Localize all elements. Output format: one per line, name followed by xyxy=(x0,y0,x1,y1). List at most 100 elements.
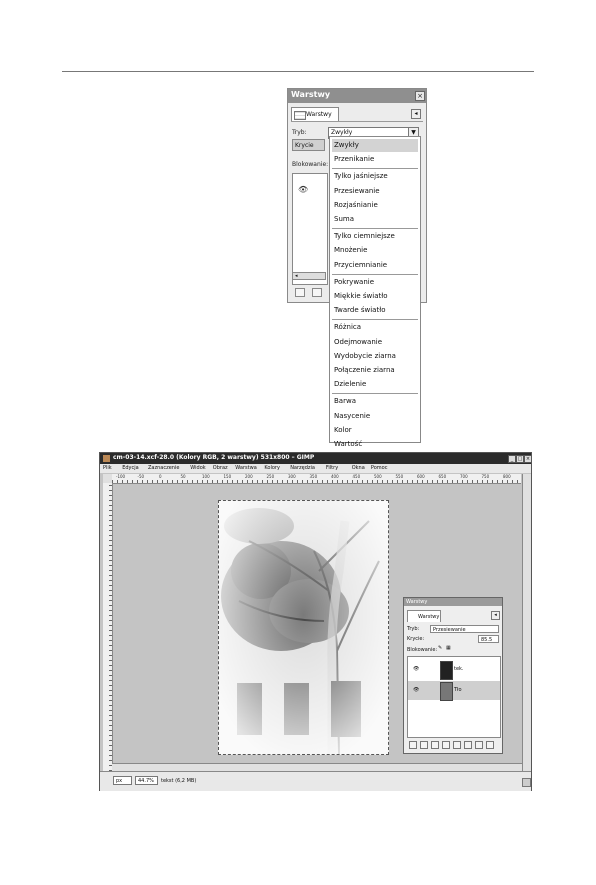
menu-8[interactable]: Filtry xyxy=(326,465,338,471)
tab-menu-arrow-icon[interactable]: ◂ xyxy=(491,611,500,620)
menu-item[interactable]: Mnożenie xyxy=(332,244,418,257)
navigate-icon[interactable] xyxy=(522,778,531,787)
raise-icon[interactable] xyxy=(431,741,439,749)
menu-0[interactable]: Plik xyxy=(103,465,112,471)
menu-item[interactable]: Wydobycie ziarna xyxy=(332,350,418,363)
opacity-spinner[interactable]: 85.5 xyxy=(478,635,499,643)
status-bar: px 44.7% tekst (6,2 MB) xyxy=(100,771,531,791)
menu-4[interactable]: Obraz xyxy=(213,465,228,471)
new-group-icon[interactable] xyxy=(420,741,428,749)
close-icon[interactable]: × xyxy=(524,455,532,463)
mode-label: Tryb: xyxy=(292,129,307,136)
menu-2[interactable]: Zaznaczenie xyxy=(148,465,179,471)
tab-menu-arrow-icon[interactable]: ◂ xyxy=(411,109,421,119)
maximize-icon[interactable]: □ xyxy=(516,455,524,463)
menu-item[interactable]: Twarde światło xyxy=(332,304,418,317)
zoom-select[interactable]: 44.7% xyxy=(135,776,158,785)
small-tab-label: Warstwy xyxy=(418,614,440,620)
menu-item[interactable]: Tylko jaśniejsze xyxy=(332,170,418,183)
horizontal-scrollbar[interactable]: ◂ xyxy=(292,272,326,280)
mask-icon[interactable] xyxy=(475,741,483,749)
ruler-corner xyxy=(103,474,112,483)
menu-separator xyxy=(332,273,418,275)
layer-row[interactable]: 👁 tek. xyxy=(408,660,500,680)
eye-icon[interactable]: 👁 xyxy=(413,687,419,693)
menu-3[interactable]: Widok xyxy=(190,465,205,471)
ruler-tick-label: 50 xyxy=(180,474,186,479)
layer-thumbnail xyxy=(440,661,453,680)
menu-item[interactable]: Barwa xyxy=(332,395,418,408)
small-mode-label: Tryb: xyxy=(407,626,420,632)
ruler-tick-label: 750 xyxy=(481,474,490,479)
vertical-ruler[interactable] xyxy=(103,483,113,771)
menu-bar: Plik Edycja Zaznaczenie Widok Obraz Warstwa Ko… xyxy=(100,464,531,473)
duplicate-icon[interactable] xyxy=(453,741,461,749)
menu-item[interactable]: Odejmowanie xyxy=(332,336,418,349)
unit-select[interactable]: px xyxy=(113,776,132,785)
menu-item[interactable]: Dzielenie xyxy=(332,378,418,391)
eye-icon[interactable]: 👁 xyxy=(298,185,308,194)
menu-item[interactable]: Miękkie światło xyxy=(332,290,418,303)
small-opacity-label: Krycie: xyxy=(407,636,425,642)
ruler-tick-label: -50 xyxy=(137,474,145,479)
menu-item[interactable]: Wartość xyxy=(332,438,418,451)
ruler-tick-label: 400 xyxy=(331,474,339,479)
mode-select-value: Zwykły xyxy=(331,129,353,136)
small-dialog-title: Warstwy xyxy=(406,599,428,605)
delete-icon[interactable] xyxy=(486,741,494,749)
horizontal-scrollbar[interactable] xyxy=(112,763,522,771)
unit-value: px xyxy=(116,778,123,784)
small-tab-layers[interactable]: Warstwy xyxy=(407,610,441,622)
tab-layers-label: Warstwy xyxy=(306,111,332,118)
menu-item[interactable]: Pokrywanie xyxy=(332,276,418,289)
menu-10[interactable]: Pomoc xyxy=(371,465,388,471)
small-dialog-titlebar: Warstwy xyxy=(404,598,502,606)
new-layer-icon[interactable] xyxy=(295,288,305,297)
menu-item[interactable]: Połączenie ziarna xyxy=(332,364,418,377)
anchor-icon[interactable] xyxy=(464,741,472,749)
layers-dialog-titlebar: Warstwy × xyxy=(288,89,426,103)
small-mode-value: Przesiewanie xyxy=(433,627,466,633)
menu-item[interactable]: Suma xyxy=(332,213,418,226)
menu-item[interactable]: Tylko ciemniejsze xyxy=(332,230,418,243)
menu-separator xyxy=(332,393,418,395)
tab-layers[interactable]: Warstwy xyxy=(291,107,339,122)
small-mode-select[interactable]: Przesiewanie xyxy=(430,625,499,633)
folder-icon[interactable] xyxy=(312,288,322,297)
layer-row[interactable]: 👁 Tło xyxy=(408,681,500,701)
menu-6[interactable]: Kolory xyxy=(264,465,280,471)
page-top-rule xyxy=(62,71,534,72)
menu-item[interactable]: Różnica xyxy=(332,321,418,334)
menu-item[interactable]: Nasycenie xyxy=(332,410,418,423)
ruler-tick-label: 150 xyxy=(223,474,232,479)
layer-name: Tło xyxy=(454,687,462,693)
menu-item[interactable]: Zwykły xyxy=(332,139,418,152)
menu-item[interactable]: Kolor xyxy=(332,424,418,437)
ruler-tick-label: 700 xyxy=(460,474,468,479)
horizontal-ruler[interactable]: -100 -50 0 50 100 150 200 250 300 350 400 450 500 550… xyxy=(112,474,521,484)
brush-lock-icon[interactable]: ✎ xyxy=(438,645,442,651)
menu-1[interactable]: Edycja xyxy=(122,465,139,471)
menu-item[interactable]: Rozjaśnianie xyxy=(332,199,418,212)
menu-item[interactable]: Przesiewanie xyxy=(332,185,418,198)
ruler-tick-label: 600 xyxy=(417,474,425,479)
ruler-tick-label: 200 xyxy=(245,474,253,479)
new-layer-icon[interactable] xyxy=(409,741,417,749)
window-title: cm-03-14.xcf-28.0 (Kolory RGB, 2 warstwy… xyxy=(113,454,315,461)
small-layer-list[interactable]: 👁 tek. 👁 Tło xyxy=(407,656,501,738)
menu-5[interactable]: Warstwa xyxy=(235,465,256,471)
menu-9[interactable]: Okna xyxy=(352,465,365,471)
menu-separator xyxy=(332,228,418,230)
window-titlebar: cm-03-14.xcf-28.0 (Kolory RGB, 2 warstwy… xyxy=(100,453,532,464)
ruler-tick-label: 550 xyxy=(395,474,404,479)
menu-item[interactable]: Przenikanie xyxy=(332,153,418,166)
alpha-lock-icon[interactable]: ▦ xyxy=(446,645,451,651)
lower-icon[interactable] xyxy=(442,741,450,749)
vertical-scrollbar[interactable] xyxy=(522,474,531,771)
menu-7[interactable]: Narzędzia xyxy=(290,465,315,471)
minimize-icon[interactable]: _ xyxy=(508,455,516,463)
image-canvas[interactable] xyxy=(218,500,389,755)
menu-item[interactable]: Przyciemnianie xyxy=(332,259,418,272)
eye-icon[interactable]: 👁 xyxy=(413,666,419,672)
close-icon[interactable]: × xyxy=(415,91,425,101)
